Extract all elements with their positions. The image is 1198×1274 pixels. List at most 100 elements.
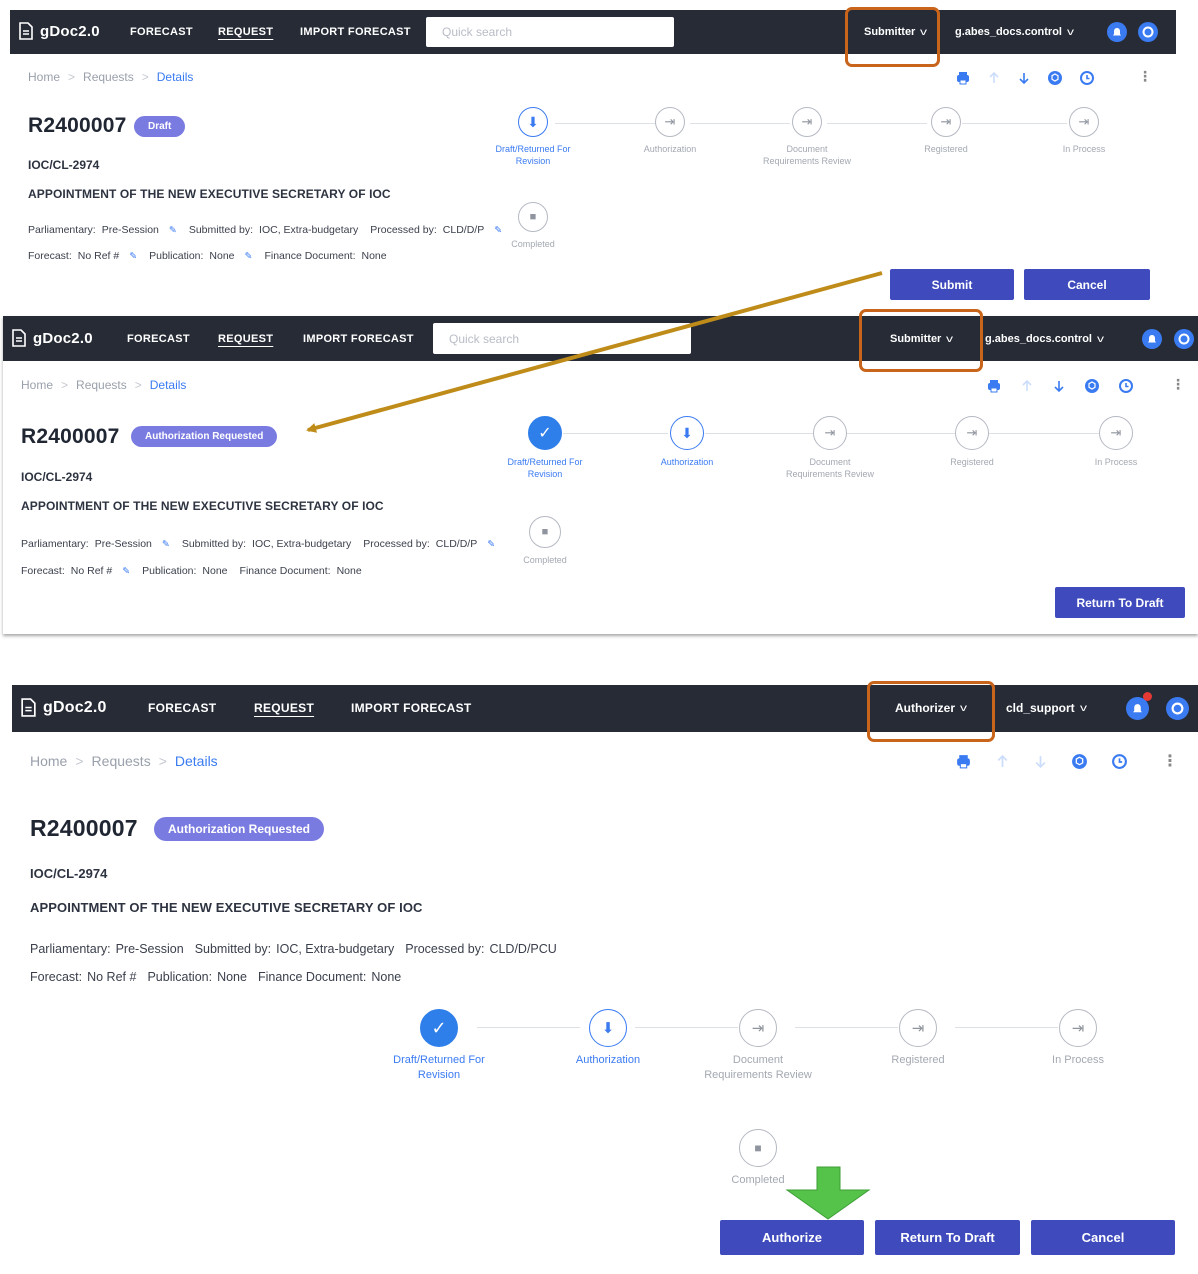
step-label: Document Requirements Review (762, 144, 852, 167)
print-icon[interactable] (986, 378, 1002, 394)
nav-import-forecast[interactable]: IMPORT FORECAST (303, 333, 414, 345)
submitted-by-label: Submitted by: (194, 942, 272, 956)
cancel-button[interactable]: Cancel (1024, 269, 1150, 300)
meta-row-2: Forecast: No Ref # ✎ Publication: None F… (21, 565, 362, 577)
step-completed: ■ Completed (698, 1129, 818, 1188)
authorize-button[interactable]: Authorize (720, 1220, 864, 1255)
clock-icon[interactable] (1111, 753, 1128, 770)
breadcrumb: Home > Requests > Details (21, 378, 186, 392)
nav-forecast[interactable]: FORECAST (148, 701, 216, 715)
cube-icon[interactable] (1047, 70, 1063, 86)
arrow-down-icon: ⬇ (518, 107, 548, 137)
parliamentary-value: Pre-Session (115, 942, 184, 956)
step-label: Completed (511, 239, 555, 249)
step-label: Registered (950, 457, 994, 467)
breadcrumb-home[interactable]: Home (21, 378, 53, 392)
breadcrumb-requests[interactable]: Requests (83, 70, 134, 84)
arrow-right-icon: ⇥ (931, 107, 961, 137)
user-dropdown[interactable]: g.abes_docs.control v (955, 26, 1074, 38)
clock-icon[interactable] (1118, 378, 1134, 394)
edit-pencil-icon[interactable]: ✎ (169, 225, 177, 236)
search-input[interactable]: Quick search (433, 323, 691, 354)
status-badge: Draft (134, 116, 186, 137)
cube-icon[interactable] (1071, 753, 1088, 770)
stop-icon: ■ (739, 1129, 777, 1167)
publication-label: Publication: (147, 970, 213, 984)
cancel-button[interactable]: Cancel (1031, 1220, 1175, 1255)
step-in-process: ⇥ In Process (1066, 416, 1166, 468)
breadcrumb-home[interactable]: Home (30, 753, 67, 769)
nav-request[interactable]: REQUEST (254, 701, 314, 715)
step-label: Draft/Returned For Revision (507, 457, 583, 480)
forecast-label: Forecast: (30, 970, 83, 984)
arrow-down-icon[interactable] (1017, 71, 1031, 85)
edit-pencil-icon[interactable]: ✎ (487, 539, 495, 550)
status-badge: Authorization Requested (154, 817, 325, 841)
kebab-icon[interactable]: ⋮ (1171, 376, 1185, 393)
submitted-by-value: IOC, Extra-budgetary (276, 942, 395, 956)
submit-button[interactable]: Submit (890, 269, 1014, 300)
search-input[interactable]: Quick search (426, 17, 674, 47)
kebab-icon[interactable]: ⋮ (1138, 68, 1152, 85)
arrow-up-icon[interactable] (987, 71, 1001, 85)
edit-pencil-icon[interactable]: ✎ (129, 251, 137, 262)
nav-request[interactable]: REQUEST (218, 26, 273, 38)
step-draft: ✓ Draft/Returned For Revision (495, 416, 595, 480)
step-label: Completed (731, 1174, 785, 1186)
breadcrumb-requests[interactable]: Requests (76, 378, 127, 392)
edit-pencil-icon[interactable]: ✎ (122, 566, 130, 577)
help-icon[interactable] (1138, 22, 1158, 42)
nav-import-forecast[interactable]: IMPORT FORECAST (351, 701, 472, 715)
arrow-down-icon[interactable] (1033, 754, 1048, 769)
print-icon[interactable] (955, 70, 971, 86)
step-label: Completed (523, 555, 567, 565)
user-dropdown[interactable]: g.abes_docs.control v (985, 333, 1104, 345)
request-id: R2400007 (28, 114, 127, 137)
return-to-draft-button[interactable]: Return To Draft (875, 1220, 1020, 1255)
document-symbol: IOC/CL-2974 (30, 866, 108, 881)
submitted-by-label: Submitted by: (181, 538, 247, 550)
nav-import-forecast[interactable]: IMPORT FORECAST (300, 26, 411, 38)
breadcrumb-separator: > (134, 378, 142, 392)
app-logo[interactable]: gDoc2.0 (20, 698, 107, 717)
arrow-up-icon[interactable] (995, 754, 1010, 769)
step-authorization: ⇥ Authorization (620, 107, 720, 155)
parliamentary-label: Parliamentary: (30, 942, 111, 956)
user-dropdown[interactable]: cld_support v (1006, 701, 1087, 715)
return-to-draft-button[interactable]: Return To Draft (1055, 587, 1185, 618)
clock-icon[interactable] (1079, 70, 1095, 86)
help-icon[interactable] (1174, 329, 1194, 349)
step-label: Authorization (660, 457, 714, 467)
forecast-value: No Ref # (70, 565, 113, 577)
step-label: Draft/Returned For Revision (393, 1054, 485, 1081)
kebab-icon[interactable]: ⋮ (1162, 751, 1178, 771)
panel-authorizer: gDoc2.0 FORECAST REQUEST IMPORT FORECAST… (12, 685, 1198, 1274)
arrow-right-icon: ⇥ (1069, 107, 1099, 137)
breadcrumb-requests[interactable]: Requests (92, 753, 151, 769)
bell-icon[interactable] (1107, 22, 1127, 42)
nav-forecast[interactable]: FORECAST (127, 333, 190, 345)
document-title: APPOINTMENT OF THE NEW EXECUTIVE SECRETA… (30, 900, 423, 915)
arrow-down-icon: ⬇ (589, 1009, 627, 1047)
step-label: Draft/Returned For Revision (495, 144, 571, 167)
cube-icon[interactable] (1084, 378, 1100, 394)
breadcrumb-separator: > (141, 70, 149, 84)
breadcrumb-home[interactable]: Home (28, 70, 60, 84)
help-icon[interactable] (1166, 697, 1189, 720)
processed-by-value: CLD/D/PCU (489, 942, 557, 956)
edit-pencil-icon[interactable]: ✎ (245, 251, 253, 262)
stop-icon: ■ (529, 516, 561, 548)
edit-pencil-icon[interactable]: ✎ (162, 539, 170, 550)
arrow-down-icon[interactable] (1052, 379, 1066, 393)
step-label: In Process (1052, 1054, 1104, 1066)
nav-forecast[interactable]: FORECAST (130, 26, 193, 38)
print-icon[interactable] (955, 753, 972, 770)
nav-request[interactable]: REQUEST (218, 333, 273, 345)
bell-icon[interactable] (1142, 329, 1162, 349)
toolbar-icons (955, 753, 1128, 770)
breadcrumb-details: Details (149, 378, 187, 392)
arrow-up-icon[interactable] (1020, 379, 1034, 393)
app-logo[interactable]: gDoc2.0 (11, 329, 93, 347)
breadcrumb: Home > Requests > Details (28, 70, 193, 84)
app-logo[interactable]: gDoc2.0 (18, 22, 100, 40)
